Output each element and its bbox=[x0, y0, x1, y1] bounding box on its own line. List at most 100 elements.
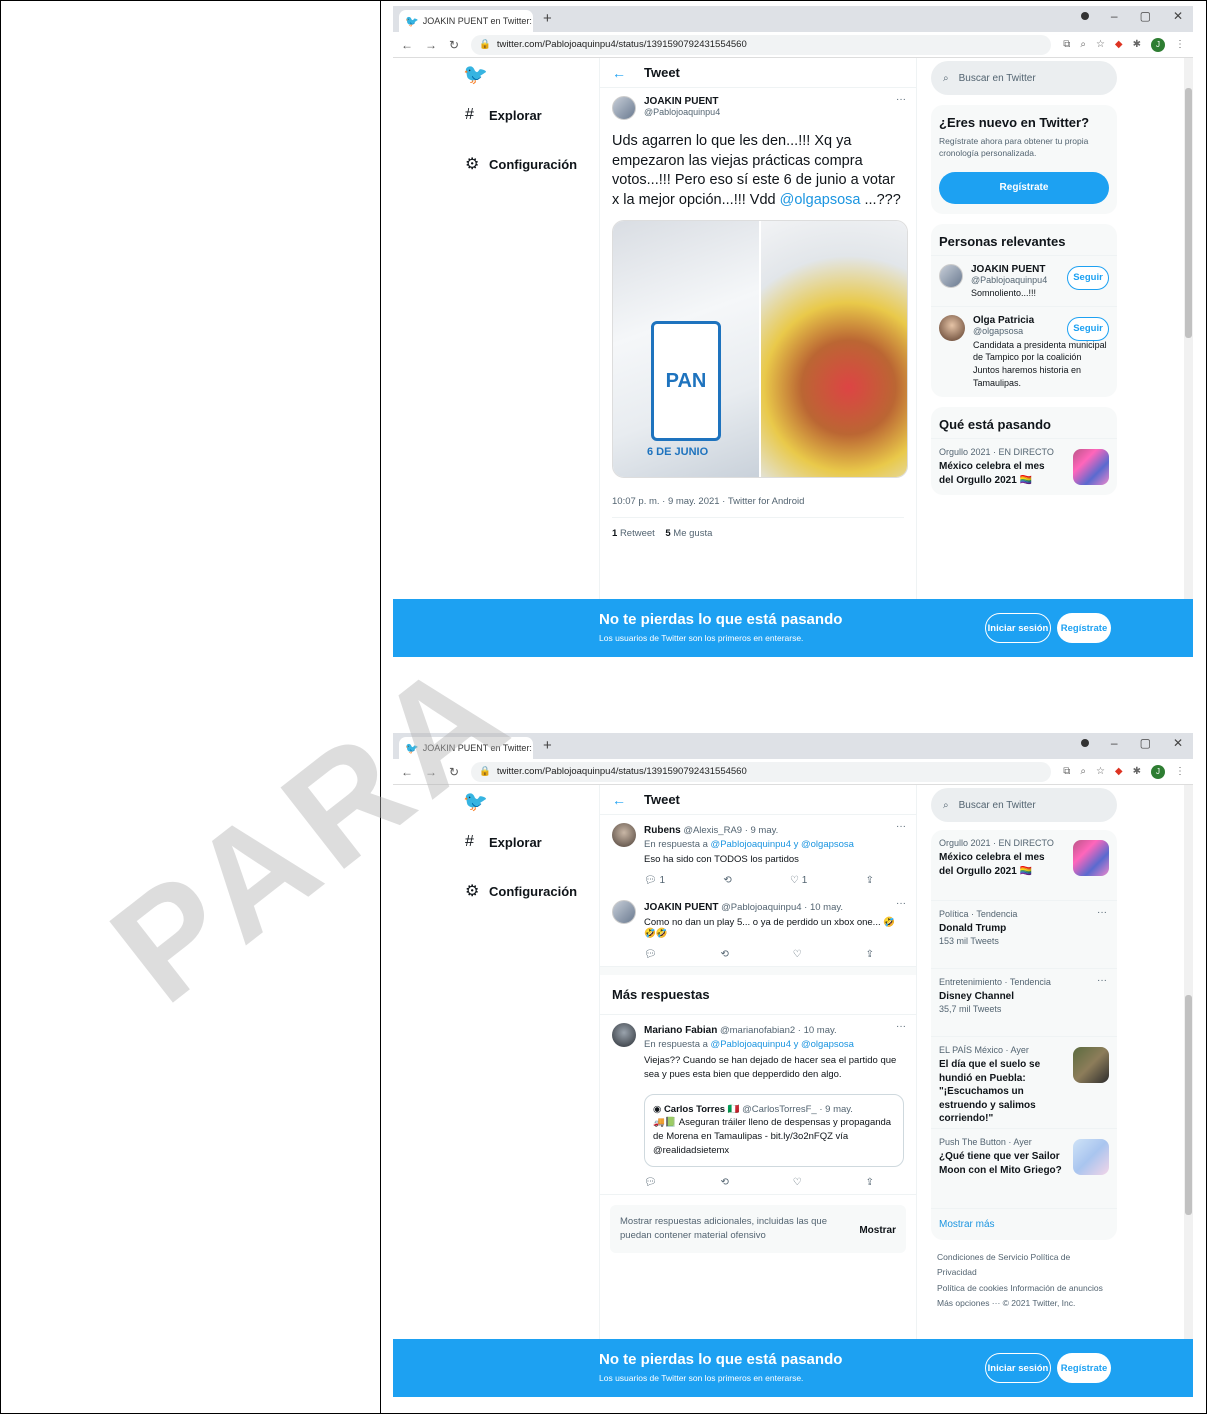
person-row[interactable]: Olga Patricia @olgapsosa Candidata a pre… bbox=[931, 305, 1117, 397]
new-tab-button[interactable]: + bbox=[543, 737, 552, 754]
trend-item[interactable]: ··· Entretenimiento · Tendencia Disney C… bbox=[931, 968, 1117, 1036]
close-window-icon[interactable]: ✕ bbox=[1173, 736, 1183, 750]
login-button[interactable]: Iniciar sesión bbox=[985, 1353, 1051, 1383]
retweet-icon[interactable]: ⟲ bbox=[721, 1177, 729, 1188]
more-icon[interactable]: ··· bbox=[896, 1021, 906, 1032]
like-label[interactable]: Me gusta bbox=[673, 528, 712, 539]
browser-tab[interactable]: 🐦 JOAKIN PUENT en Twitter: "Uds : X bbox=[399, 10, 533, 32]
scrollbar-thumb[interactable] bbox=[1185, 88, 1192, 338]
reply-action[interactable]: 💬︎ 1 bbox=[644, 875, 665, 886]
person-row[interactable]: JOAKIN PUENT @Pablojoaquinpu4 Somnolient… bbox=[931, 254, 1117, 306]
extension-red-icon[interactable]: ◆ bbox=[1115, 39, 1123, 50]
nav-settings[interactable]: ⚙ Configuración bbox=[465, 154, 577, 174]
reply-tweet[interactable]: ··· Rubens @Alexis_RA9 · 9 may. En respu… bbox=[600, 815, 916, 892]
footer-line-2[interactable]: Política de cookies Información de anunc… bbox=[937, 1281, 1111, 1296]
menu-dots-icon[interactable]: ⋮ bbox=[1175, 39, 1185, 50]
puzzle-icon[interactable]: ✱ bbox=[1133, 39, 1141, 50]
follow-button[interactable]: Seguir bbox=[1067, 265, 1109, 290]
more-icon[interactable]: ··· bbox=[896, 821, 906, 832]
heart-icon[interactable]: ♡ bbox=[793, 949, 802, 960]
zoom-icon[interactable]: ⌕ bbox=[1080, 766, 1086, 777]
more-icon[interactable]: ··· bbox=[1097, 975, 1107, 986]
avatar[interactable] bbox=[612, 96, 636, 120]
login-button[interactable]: Iniciar sesión bbox=[985, 613, 1051, 643]
media-photo-bag[interactable]: PAN 6 DE JUNIO bbox=[613, 221, 759, 478]
reload-icon[interactable]: ↻ bbox=[449, 38, 459, 52]
more-icon[interactable]: ··· bbox=[896, 898, 906, 909]
more-icon[interactable]: ··· bbox=[896, 94, 906, 105]
show-more-link[interactable]: Mostrar más bbox=[931, 1208, 1117, 1240]
reply-icon[interactable]: 💬︎ bbox=[644, 949, 657, 960]
avatar[interactable] bbox=[939, 263, 963, 288]
scrollbar[interactable] bbox=[1184, 58, 1193, 657]
url-field[interactable]: 🔒 twitter.com/Pablojoaquinpu4/status/139… bbox=[471, 761, 1052, 782]
forward-arrow-icon[interactable]: → bbox=[425, 38, 437, 52]
register-button[interactable]: Regístrate bbox=[1057, 1353, 1111, 1383]
twitter-logo-icon[interactable]: 🐦 bbox=[463, 789, 488, 814]
bookmark-star-icon[interactable]: ☆ bbox=[1096, 39, 1105, 50]
media-photo-groceries[interactable] bbox=[761, 221, 907, 478]
trend-item[interactable]: EL PAÍS México · Ayer El día que el suel… bbox=[931, 1036, 1117, 1128]
retweet-icon[interactable]: ⟲ bbox=[723, 875, 731, 886]
avatar[interactable] bbox=[612, 823, 636, 847]
heart-icon[interactable]: ♡ bbox=[793, 1177, 802, 1188]
profile-avatar[interactable]: J bbox=[1151, 764, 1165, 779]
search-input[interactable]: ⌕ Buscar en Twitter bbox=[931, 788, 1117, 822]
translate-icon[interactable]: ⧉ bbox=[1063, 766, 1070, 777]
more-icon[interactable]: ··· bbox=[1097, 907, 1107, 918]
extension-red-icon[interactable]: ◆ bbox=[1115, 766, 1123, 777]
tweet-author[interactable]: JOAKIN PUENT @Pablojoaquinpu4 bbox=[612, 96, 904, 120]
search-input[interactable]: ⌕ Buscar en Twitter bbox=[931, 61, 1117, 95]
author-name[interactable]: Mariano Fabian bbox=[644, 1025, 717, 1036]
avatar[interactable] bbox=[612, 1023, 636, 1047]
trend-item[interactable]: Orgullo 2021 · EN DIRECTO México celebra… bbox=[931, 438, 1117, 495]
signup-button[interactable]: Regístrate bbox=[939, 171, 1109, 204]
reply-tweet[interactable]: ··· Mariano Fabian @marianofabian2 · 10 … bbox=[600, 1015, 916, 1195]
back-arrow-icon[interactable]: ← bbox=[612, 65, 626, 81]
reply-to-links[interactable]: @Pablojoaquinpu4 y @olgapsosa bbox=[711, 839, 854, 850]
restore-icon[interactable]: ▢ bbox=[1140, 9, 1151, 23]
profile-avatar[interactable]: J bbox=[1151, 37, 1165, 52]
zoom-icon[interactable]: ⌕ bbox=[1080, 39, 1086, 50]
footer-line-3[interactable]: Más opciones ··· © 2021 Twitter, Inc. bbox=[937, 1296, 1111, 1311]
trend-item[interactable]: Push The Button · Ayer ¿Qué tiene que ve… bbox=[931, 1128, 1117, 1208]
scrollbar[interactable] bbox=[1184, 785, 1193, 1397]
reply-to-links[interactable]: @Pablojoaquinpu4 y @olgapsosa bbox=[711, 1039, 854, 1050]
url-field[interactable]: 🔒 twitter.com/Pablojoaquinpu4/status/139… bbox=[471, 34, 1052, 55]
new-tab-button[interactable]: + bbox=[543, 10, 552, 27]
avatar[interactable] bbox=[939, 314, 965, 341]
like-action[interactable]: ♡ 1 bbox=[790, 875, 807, 886]
menu-dots-icon[interactable]: ⋮ bbox=[1175, 766, 1185, 777]
forward-arrow-icon[interactable]: → bbox=[425, 765, 437, 779]
puzzle-icon[interactable]: ✱ bbox=[1133, 766, 1141, 777]
mention-link[interactable]: @olgapsosa bbox=[780, 192, 861, 208]
footer-line-1[interactable]: Condiciones de Servicio Política de Priv… bbox=[937, 1250, 1111, 1281]
author-name[interactable]: Rubens bbox=[644, 825, 681, 836]
avatar[interactable] bbox=[612, 900, 636, 924]
translate-icon[interactable]: ⧉ bbox=[1063, 39, 1070, 50]
reload-icon[interactable]: ↻ bbox=[449, 765, 459, 779]
back-arrow-icon[interactable]: ← bbox=[612, 792, 626, 808]
back-arrow-icon[interactable]: ← bbox=[401, 38, 413, 52]
restore-icon[interactable]: ▢ bbox=[1140, 736, 1151, 750]
back-arrow-icon[interactable]: ← bbox=[401, 765, 413, 779]
share-icon[interactable]: ⇪ bbox=[866, 875, 874, 886]
nav-explore[interactable]: # Explorar bbox=[465, 833, 542, 851]
retweet-icon[interactable]: ⟲ bbox=[721, 949, 729, 960]
author-name[interactable]: JOAKIN PUENT bbox=[644, 902, 718, 913]
minimize-icon[interactable]: – bbox=[1111, 9, 1118, 23]
minimize-icon[interactable]: – bbox=[1111, 736, 1118, 750]
nav-settings[interactable]: ⚙ Configuración bbox=[465, 881, 577, 901]
tweet-media[interactable]: PAN 6 DE JUNIO bbox=[612, 220, 908, 479]
browser-tab[interactable]: 🐦 JOAKIN PUENT en Twitter: "Uds : X bbox=[399, 737, 533, 759]
close-window-icon[interactable]: ✕ bbox=[1173, 9, 1183, 23]
twitter-logo-icon[interactable]: 🐦 bbox=[463, 62, 488, 87]
quoted-tweet[interactable]: ◉ Carlos Torres 🇮🇹 @CarlosTorresF_ · 9 m… bbox=[644, 1093, 904, 1167]
share-icon[interactable]: ⇪ bbox=[866, 949, 874, 960]
share-icon[interactable]: ⇪ bbox=[866, 1177, 874, 1188]
trend-item[interactable]: Orgullo 2021 · EN DIRECTO México celebra… bbox=[931, 830, 1117, 900]
retweet-label[interactable]: Retweet bbox=[620, 528, 655, 539]
follow-button[interactable]: Seguir bbox=[1067, 316, 1109, 341]
nav-explore[interactable]: # Explorar bbox=[465, 106, 542, 124]
register-button[interactable]: Regístrate bbox=[1057, 613, 1111, 643]
